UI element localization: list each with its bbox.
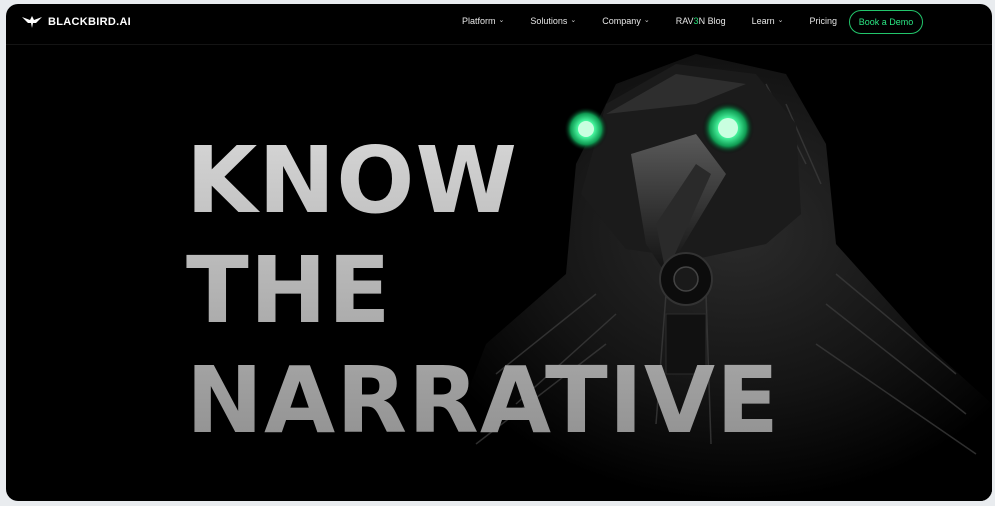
hero-section: KNOW THE NARRATIVE bbox=[6, 44, 992, 501]
nav-item-label: Platform bbox=[462, 16, 496, 26]
hero-headline: KNOW THE NARRATIVE bbox=[186, 126, 780, 456]
nav-item-company[interactable]: Company ⌄ bbox=[602, 16, 649, 26]
nav-item-learn[interactable]: Learn ⌄ bbox=[752, 16, 784, 26]
bird-logo-icon bbox=[22, 16, 42, 28]
nav-item-label: RAV3N Blog bbox=[675, 16, 726, 26]
top-navbar: BLACKBIRD.AI Platform ⌄ Solutions ⌄ Comp… bbox=[6, 4, 992, 45]
chevron-down-icon: ⌄ bbox=[777, 17, 784, 24]
nav-item-pricing[interactable]: Pricing bbox=[809, 16, 837, 26]
nav-item-raven-blog[interactable]: RAV3N Blog bbox=[676, 16, 726, 26]
nav-item-label: Solutions bbox=[530, 16, 568, 26]
nav-item-solutions[interactable]: Solutions ⌄ bbox=[530, 16, 576, 26]
nav-item-label: Company bbox=[602, 16, 641, 26]
chevron-down-icon: ⌄ bbox=[570, 17, 577, 24]
headline-line: NARRATIVE bbox=[186, 347, 780, 454]
nav-item-label: Pricing bbox=[809, 16, 837, 26]
main-nav: Platform ⌄ Solutions ⌄ Company ⌄ RAV3N B… bbox=[462, 16, 863, 26]
headline-line: KNOW bbox=[186, 127, 518, 234]
book-demo-button[interactable]: Book a Demo bbox=[849, 10, 923, 34]
headline-line: THE bbox=[186, 237, 392, 344]
nav-item-label: Learn bbox=[751, 16, 775, 26]
brand-logo[interactable]: BLACKBIRD.AI bbox=[22, 15, 131, 29]
chevron-down-icon: ⌄ bbox=[643, 17, 650, 24]
brand-name: BLACKBIRD.AI bbox=[48, 16, 132, 28]
chevron-down-icon: ⌄ bbox=[498, 17, 505, 24]
browser-page: BLACKBIRD.AI Platform ⌄ Solutions ⌄ Comp… bbox=[6, 4, 992, 501]
nav-item-platform[interactable]: Platform ⌄ bbox=[462, 16, 504, 26]
